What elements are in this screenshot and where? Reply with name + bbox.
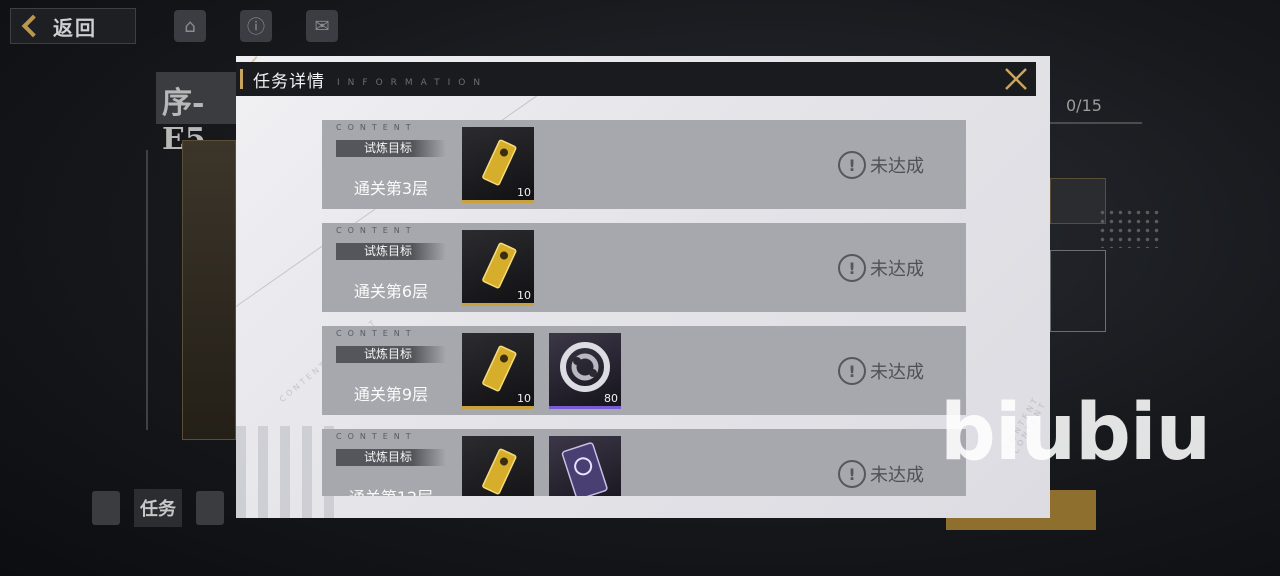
reward-quantity: 10 <box>517 289 531 302</box>
exclamation-icon: ! <box>838 151 866 179</box>
exclamation-icon: ! <box>838 460 866 488</box>
exclamation-icon: ! <box>838 357 866 385</box>
status-badge: ! 未达成 <box>838 151 924 179</box>
card-icon: ★★★★ <box>559 442 608 496</box>
content-caption: CONTENT <box>336 123 417 132</box>
status-badge: ! 未达成 <box>838 357 924 385</box>
status-text: 未达成 <box>870 156 924 177</box>
chevron-left-icon <box>21 14 45 38</box>
progress-count: 0/15 <box>1066 96 1102 115</box>
info-icon[interactable]: ⓘ <box>240 10 272 42</box>
target-label: 试炼目标 <box>336 140 446 157</box>
dot-grid-decoration <box>1098 208 1162 248</box>
close-icon <box>1005 68 1027 90</box>
left-rail <box>146 150 148 430</box>
decor-buildings <box>236 426 336 518</box>
target-label: 试炼目标 <box>336 243 446 260</box>
stage-title: 序-E5 <box>156 72 246 157</box>
divider <box>1050 122 1142 124</box>
status-text: 未达成 <box>870 465 924 486</box>
reward-item-purple-card[interactable]: ★★★★ 1 <box>549 436 621 496</box>
reward-quantity: 15 <box>517 495 531 496</box>
task-description: 通关第9层 <box>353 385 429 404</box>
status-text: 未达成 <box>870 259 924 280</box>
task-row: CONTENT 试炼目标 通关第3层 10 ! 未达成 <box>322 120 966 209</box>
home-icon[interactable]: ⌂ <box>174 10 206 42</box>
task-row: CONTENT 试炼目标 通关第9层 10 80 ! 未达成 <box>322 326 966 415</box>
close-button[interactable] <box>998 62 1034 96</box>
content-caption: CONTENT <box>336 226 417 235</box>
reward-item-silver-knot[interactable]: 80 <box>549 333 621 409</box>
left-panel <box>182 140 236 440</box>
task-description: 通关第3层 <box>353 179 429 198</box>
right-panel-frame <box>1050 250 1106 332</box>
reward-quantity: 10 <box>517 392 531 405</box>
reward-item-gold-bar[interactable]: 10 <box>462 127 534 203</box>
reward-item-gold-bar[interactable]: 10 <box>462 333 534 409</box>
top-bar: 返回 ⌂ ⓘ ✉ <box>0 0 1280 52</box>
target-label: 试炼目标 <box>336 449 446 466</box>
back-label: 返回 <box>53 15 97 40</box>
watermark-logo: biubiu <box>940 388 1211 478</box>
book-icon[interactable] <box>92 491 120 525</box>
content-caption: CONTENT <box>336 432 417 441</box>
tab-tasks[interactable]: 任务 <box>134 489 182 527</box>
back-button[interactable]: 返回 <box>10 8 136 44</box>
reward-item-gold-bar[interactable]: 15 <box>462 436 534 496</box>
target-label: 试炼目标 <box>336 346 446 363</box>
modal-header: 任务详情 INFORMATION <box>236 62 1036 96</box>
exclamation-icon: ! <box>838 254 866 282</box>
content-caption: CONTENT <box>336 329 417 338</box>
bottom-bar: 任务 <box>92 488 224 528</box>
svg-text:★★★★: ★★★★ <box>559 495 588 496</box>
reward-quantity: 80 <box>604 392 618 405</box>
reward-item-gold-bar[interactable]: 10 <box>462 230 534 306</box>
task-description: 通关第12层 <box>336 484 446 496</box>
reward-quantity: 10 <box>517 186 531 199</box>
task-list[interactable]: CONTENT 试炼目标 通关第3层 10 ! 未达成 CONTENT 试炼目标… <box>322 120 966 496</box>
reward-quantity: 1 <box>611 495 618 496</box>
task-details-modal: CONTENT CONTENT CONTENT CONTENT 任务详情 INF… <box>236 56 1050 518</box>
modal-title: 任务详情 <box>253 71 325 92</box>
gold-bar-icon <box>482 448 517 495</box>
mail-icon[interactable]: ✉ <box>306 10 338 42</box>
modal-title-en: INFORMATION <box>337 78 489 88</box>
task-row: CONTENT 试炼目标 通关第6层 10 ! 未达成 <box>322 223 966 312</box>
status-badge: ! 未达成 <box>838 460 924 488</box>
building-icon[interactable] <box>196 491 224 525</box>
status-text: 未达成 <box>870 362 924 383</box>
task-description: 通关第6层 <box>353 282 429 301</box>
status-badge: ! 未达成 <box>838 254 924 282</box>
task-row: CONTENT 试炼目标 通关第12层 15 ★★★★ 1 ! 未达成 <box>322 429 966 496</box>
header-accent <box>240 69 243 89</box>
